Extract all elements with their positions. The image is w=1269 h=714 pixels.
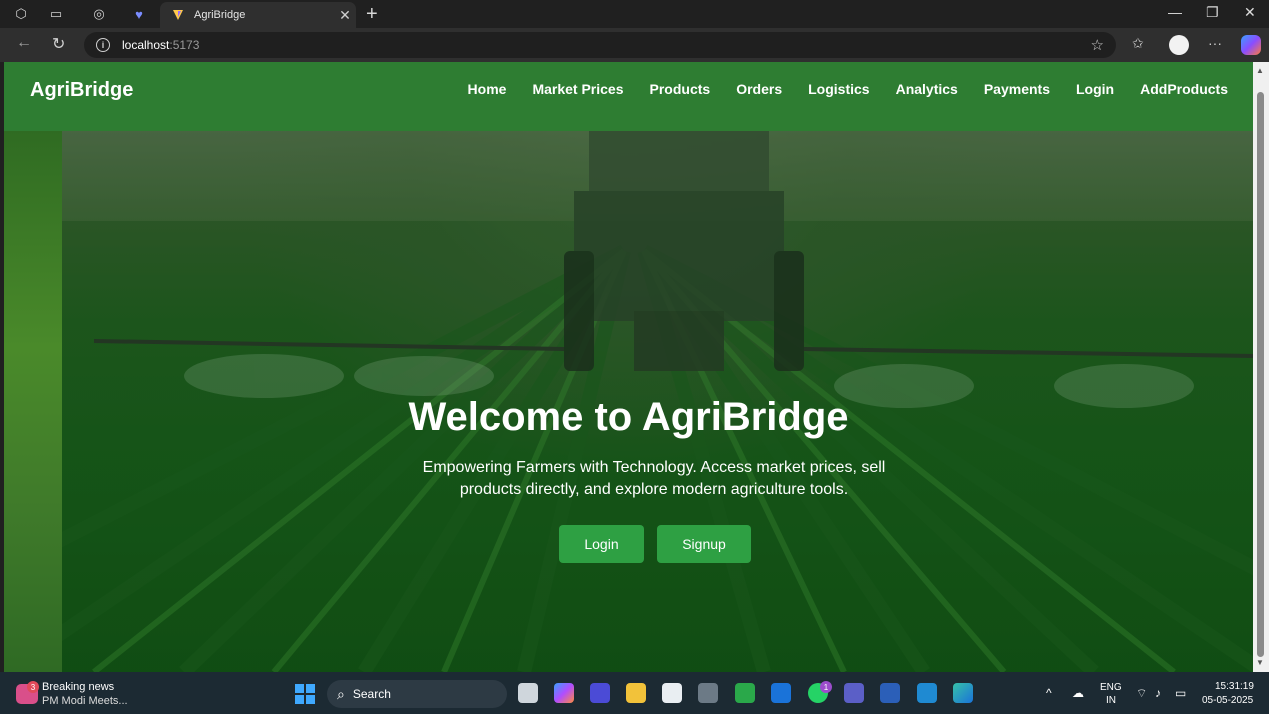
nav-orders[interactable]: Orders <box>736 81 782 97</box>
restore-icon[interactable]: ❐ <box>1206 4 1219 21</box>
url-port: :5173 <box>169 38 200 52</box>
settings-app-icon[interactable] <box>698 683 718 703</box>
news-subtitle[interactable]: PM Modi Meets... <box>42 695 128 707</box>
tab-actions-icon[interactable]: ▭ <box>47 5 65 23</box>
scroll-down-icon[interactable]: ▼ <box>1256 658 1264 667</box>
globe-icon[interactable]: ◎ <box>90 5 108 23</box>
url-host: localhost <box>122 38 170 52</box>
start-button-icon[interactable] <box>295 684 315 704</box>
address-bar[interactable]: i localhost:5173 ☆ <box>84 32 1116 58</box>
wifi-icon[interactable]: ⌔ <box>1136 686 1147 701</box>
language-bottom[interactable]: IN <box>1106 695 1116 706</box>
windows-taskbar: 3 Breaking news PM Modi Meets... ⌕ Searc… <box>0 672 1269 714</box>
whatsapp-badge: 1 <box>820 681 832 693</box>
file-explorer-icon[interactable] <box>626 683 646 703</box>
clock-time[interactable]: 15:31:19 <box>1215 681 1254 692</box>
teams-icon[interactable] <box>844 683 864 703</box>
store-icon[interactable] <box>662 683 682 703</box>
news-title[interactable]: Breaking news <box>42 681 114 693</box>
site-info-icon[interactable]: i <box>96 38 110 52</box>
search-icon: ⌕ <box>337 685 345 702</box>
page-viewport: AgriBridge Home Market Prices Products O… <box>4 62 1253 672</box>
edge-icon[interactable] <box>953 683 973 703</box>
main-nav: Home Market Prices Products Orders Logis… <box>468 81 1228 97</box>
nav-payments[interactable]: Payments <box>984 81 1050 97</box>
hero-signup-button[interactable]: Signup <box>657 525 751 563</box>
scrollbar-thumb[interactable] <box>1257 92 1264 657</box>
scroll-up-icon[interactable]: ▲ <box>1256 66 1264 75</box>
brand-logo-text[interactable]: AgriBridge <box>30 79 133 102</box>
refresh-icon[interactable]: ↻ <box>52 34 65 54</box>
chevron-up-icon[interactable]: ^ <box>1046 686 1052 700</box>
vite-favicon-icon <box>173 10 183 20</box>
back-icon[interactable]: ← <box>16 34 32 52</box>
nav-analytics[interactable]: Analytics <box>896 81 958 97</box>
site-header: AgriBridge Home Market Prices Products O… <box>4 62 1253 131</box>
nav-products[interactable]: Products <box>650 81 711 97</box>
tab-title: AgriBridge <box>194 9 246 21</box>
taskbar-search[interactable]: ⌕ Search <box>327 680 507 708</box>
close-tab-icon[interactable]: ✕ <box>334 7 356 24</box>
app-icon-purple[interactable] <box>590 683 610 703</box>
hero-subtitle: Empowering Farmers with Technology. Acce… <box>422 459 886 498</box>
language-top[interactable]: ENG <box>1100 682 1122 693</box>
hero-section: Welcome to AgriBridge Empowering Farmers… <box>4 131 1253 672</box>
tab-agribridge[interactable]: AgriBridge ✕ <box>160 2 356 28</box>
favorites-icon[interactable]: ✩ <box>1132 35 1144 52</box>
workspaces-icon[interactable]: ⬡ <box>12 5 30 23</box>
hero-login-button[interactable]: Login <box>559 525 644 563</box>
search-label: Search <box>352 687 391 701</box>
favorite-star-icon[interactable]: ☆ <box>1091 36 1104 54</box>
profile-avatar[interactable] <box>1169 35 1189 55</box>
outlook-icon[interactable] <box>771 683 791 703</box>
new-tab-button[interactable]: + <box>366 3 378 26</box>
nav-logistics[interactable]: Logistics <box>808 81 869 97</box>
close-window-icon[interactable]: ✕ <box>1244 4 1256 21</box>
vscode-icon[interactable] <box>917 683 937 703</box>
task-view-icon[interactable] <box>518 683 538 703</box>
minimize-icon[interactable]: — <box>1168 4 1182 20</box>
nav-addproducts[interactable]: AddProducts <box>1140 81 1228 97</box>
nav-market-prices[interactable]: Market Prices <box>532 81 623 97</box>
onedrive-icon[interactable]: ☁ <box>1072 686 1084 700</box>
more-menu-icon[interactable]: ··· <box>1208 35 1222 51</box>
hero-title: Welcome to AgriBridge <box>408 395 849 439</box>
nav-home[interactable]: Home <box>468 81 507 97</box>
word-icon[interactable] <box>880 683 900 703</box>
news-badge: 3 <box>27 681 39 693</box>
volume-icon[interactable]: ♪ <box>1155 686 1161 700</box>
copilot-icon[interactable] <box>1241 35 1261 55</box>
copilot-tab-icon[interactable]: ♥ <box>130 5 148 23</box>
browser-toolbar: ← ↻ i localhost:5173 ☆ ✩ ··· <box>0 28 1269 62</box>
battery-icon[interactable]: ▭ <box>1175 686 1186 700</box>
copilot-app-icon[interactable] <box>554 683 574 703</box>
clock-date[interactable]: 05-05-2025 <box>1202 695 1253 706</box>
browser-titlebar: ⬡ ▭ ◎ ♥ AgriBridge ✕ + — ❐ ✕ <box>0 0 1269 28</box>
nav-login[interactable]: Login <box>1076 81 1114 97</box>
xbox-icon[interactable] <box>735 683 755 703</box>
page-scrollbar[interactable]: ▲ ▼ <box>1253 62 1269 672</box>
